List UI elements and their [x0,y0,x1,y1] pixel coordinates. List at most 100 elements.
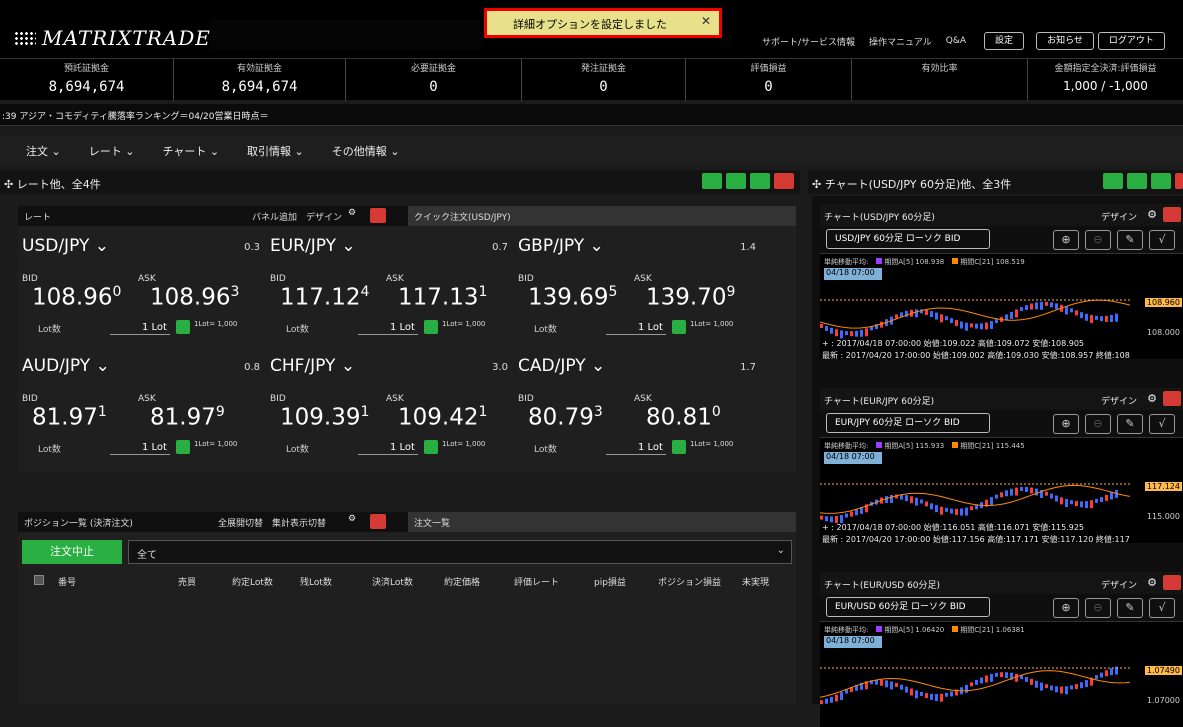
col-pip[interactable]: pip損益 [594,575,626,588]
indicator-icon[interactable]: √ [1149,230,1175,250]
zoom-in-icon[interactable]: ⊕ [1053,230,1079,250]
lot-input[interactable]: 1 Lot [390,442,415,453]
ask-button[interactable]: 108.963 [150,284,239,311]
lot-input[interactable]: 1 Lot [142,322,167,333]
close-icon[interactable] [1163,575,1181,590]
manual-link[interactable]: 操作マニュアル [869,35,932,48]
panel-controls[interactable]: パネル追加 デザイン [252,210,342,223]
gear-icon[interactable]: ⚙ [1147,208,1157,221]
chart-canvas[interactable]: 単純移動平均: 期間A[5] 108.938 期間C[21] 108.519 04/… [820,253,1183,360]
ask-button[interactable]: 139.709 [646,284,735,311]
menu-rate[interactable]: レート ⌄ [89,143,135,159]
pair-name[interactable]: USD/JPY ⌄ [22,236,109,256]
gear-icon[interactable]: ⚙ [1147,576,1157,589]
lot-input[interactable]: 1 Lot [638,442,663,453]
chart-type-select[interactable]: EUR/JPY 60分足 ローソク BID [826,413,990,433]
design-link[interactable]: デザイン [1101,578,1137,591]
indicator-icon[interactable]: √ [1149,598,1175,618]
maximize-icon[interactable] [1151,173,1171,189]
gear-icon[interactable]: ⚙ [348,208,356,218]
col-pnl[interactable]: ポジション損益 [658,575,721,588]
news-ticker[interactable]: :39 アジア・コモディティ騰落率ランキング＝04/20営業日時点＝ [0,104,1183,126]
close-panel-icon[interactable] [774,173,794,189]
col-close-lot[interactable]: 決済Lot数 [372,575,413,588]
col-price[interactable]: 約定価格 [444,575,480,588]
lot-stepper[interactable] [424,320,438,334]
ask-button[interactable]: 109.421 [398,404,487,431]
settings-button[interactable]: 設定 [984,32,1025,50]
lot-stepper[interactable] [672,440,686,454]
lot-stepper[interactable] [176,440,190,454]
lot-input[interactable]: 1 Lot [638,322,663,333]
pair-name[interactable]: AUD/JPY ⌄ [22,356,110,376]
lot-stepper[interactable] [672,320,686,334]
chart-canvas[interactable]: 単純移動平均: 期間A[5] 1.06420 期間C[21] 1.06381 04/… [820,621,1183,727]
panel-menu-icon[interactable] [1103,173,1123,189]
menu-order[interactable]: 注文 ⌄ [26,143,61,159]
close-panel-icon[interactable] [1175,173,1183,189]
bid-button[interactable]: 81.971 [32,404,107,431]
ask-button[interactable]: 80.810 [646,404,721,431]
bid-button[interactable]: 109.391 [280,404,369,431]
select-all-checkbox[interactable] [34,575,44,585]
support-link[interactable]: サポート/サービス情報 [762,35,855,48]
bid-button[interactable]: 139.695 [528,284,617,311]
col-unrealized[interactable]: 未実現 [742,575,769,588]
menu-chart[interactable]: チャート ⌄ [162,143,219,159]
menu-other[interactable]: その他情報 ⌄ [332,143,400,159]
minimize-icon[interactable] [1127,173,1147,189]
tab-quick-order[interactable]: クイック注文(USD/JPY) [408,206,796,226]
minimize-icon[interactable] [726,173,746,189]
close-icon[interactable] [1163,391,1181,406]
zoom-out-icon[interactable]: ⊖ [1085,598,1111,618]
col-remaining-lot[interactable]: 残Lot数 [300,575,332,588]
close-icon[interactable]: ✕ [701,14,711,28]
col-side[interactable]: 売買 [178,575,196,588]
chart-canvas[interactable]: 単純移動平均: 期間A[5] 115.933 期間C[21] 115.445 04/… [820,437,1183,544]
ma-a-swatch [876,258,883,264]
zoom-out-icon[interactable]: ⊖ [1085,230,1111,250]
zoom-in-icon[interactable]: ⊕ [1053,414,1079,434]
close-icon[interactable] [370,514,386,529]
news-button[interactable]: お知らせ [1036,32,1094,50]
pair-name[interactable]: GBP/JPY ⌄ [518,236,604,256]
design-link[interactable]: デザイン [1101,210,1137,223]
logout-button[interactable]: ログアウト [1097,32,1165,50]
lot-stepper[interactable] [176,320,190,334]
pencil-icon[interactable]: ✎ [1117,598,1143,618]
menu-trade-info[interactable]: 取引情報 ⌄ [247,143,304,159]
ask-button[interactable]: 81.979 [150,404,225,431]
tab-order-list[interactable]: 注文一覧 [408,512,796,532]
position-controls[interactable]: 全展開切替 集計表示切替 [218,516,326,529]
gear-icon[interactable]: ⚙ [1147,392,1157,405]
close-icon[interactable] [370,208,386,223]
lot-input[interactable]: 1 Lot [142,442,167,453]
pair-name[interactable]: EUR/JPY ⌄ [270,236,356,256]
chart-type-select[interactable]: USD/JPY 60分足 ローソク BID [826,229,990,249]
zoom-in-icon[interactable]: ⊕ [1053,598,1079,618]
lot-input[interactable]: 1 Lot [390,322,415,333]
design-link[interactable]: デザイン [1101,394,1137,407]
chart-type-select[interactable]: EUR/USD 60分足 ローソク BID [826,597,990,617]
panel-menu-icon[interactable] [702,173,722,189]
maximize-icon[interactable] [750,173,770,189]
indicator-icon[interactable]: √ [1149,414,1175,434]
col-rate[interactable]: 評価レート [514,575,559,588]
pencil-icon[interactable]: ✎ [1117,230,1143,250]
cancel-order-button[interactable]: 注文中止 [22,540,122,564]
qa-link[interactable]: Q&A [946,36,966,46]
gear-icon[interactable]: ⚙ [348,514,356,524]
bid-button[interactable]: 80.793 [528,404,603,431]
close-icon[interactable] [1163,207,1181,222]
col-filled-lot[interactable]: 約定Lot数 [232,575,273,588]
pair-name[interactable]: CAD/JPY ⌄ [518,356,605,376]
bid-button[interactable]: 117.124 [280,284,369,311]
lot-stepper[interactable] [424,440,438,454]
pair-name[interactable]: CHF/JPY ⌄ [270,356,355,376]
bid-button[interactable]: 108.960 [32,284,121,311]
pencil-icon[interactable]: ✎ [1117,414,1143,434]
ask-button[interactable]: 117.131 [398,284,487,311]
zoom-out-icon[interactable]: ⊖ [1085,414,1111,434]
filter-select[interactable]: 全て ⌄ [128,540,792,564]
col-number[interactable]: 番号 [58,575,76,588]
